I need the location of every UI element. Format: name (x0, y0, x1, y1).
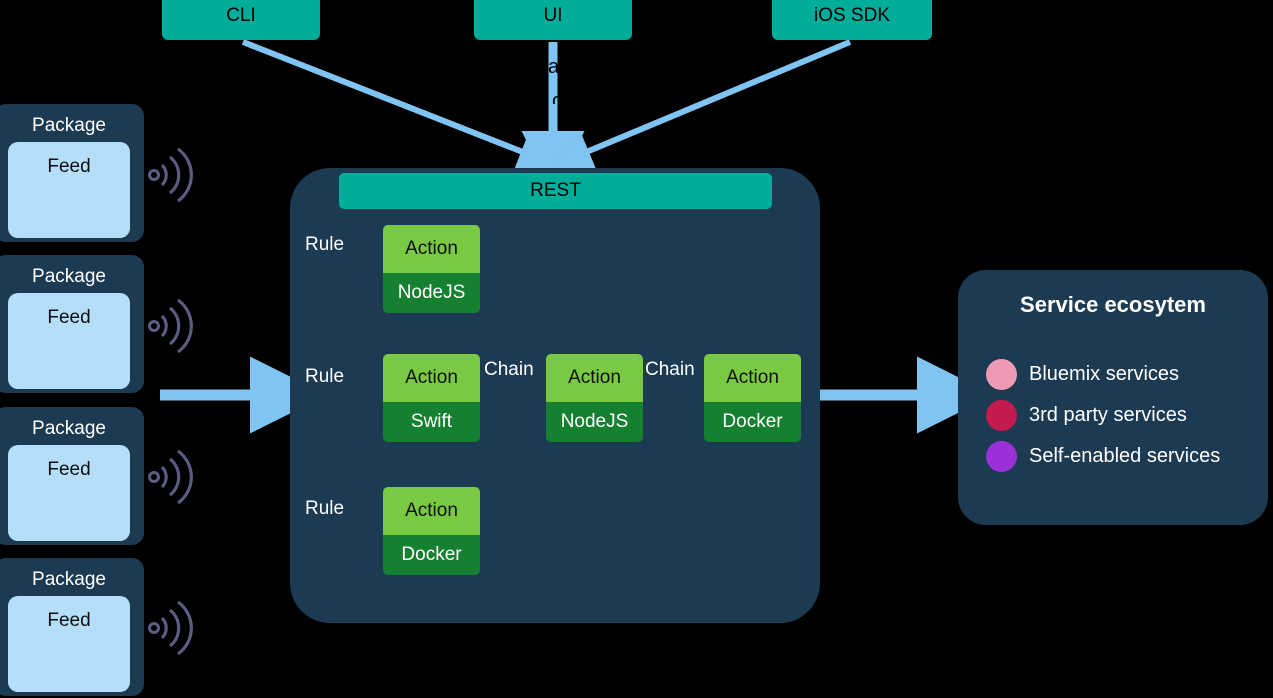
broadcast-icon-3 (148, 449, 193, 505)
action-title-row1-1: Action (383, 225, 480, 273)
arrow-cli-to-rest (241, 39, 561, 171)
package-card-3[interactable]: Package Feed (0, 407, 144, 545)
entry-point-ios-sdk-label: iOS SDK (813, 5, 891, 26)
broadcast-icon-2 (148, 298, 193, 354)
action-title-row2-3: Action (704, 354, 801, 402)
package-title-2: Package (32, 266, 106, 287)
action-runtime-row2-1: Swift (383, 402, 480, 442)
rule-label-row2: Rule (305, 366, 345, 387)
service-ecosystem-title: Service ecosytem (1020, 292, 1206, 317)
service-ecosystem-item-bluemix[interactable]: Bluemix services (986, 354, 1268, 395)
action-card-row1-nodejs[interactable]: Action NodeJS (383, 225, 480, 313)
action-runtime-row3-1: Docker (383, 535, 480, 575)
service-ecosystem-item-self-enabled[interactable]: Self-enabled services (986, 436, 1268, 477)
action-runtime-row2-2: NodeJS (546, 402, 643, 442)
third-party-services-dot-icon (986, 400, 1017, 431)
rest-api-bar[interactable]: REST (339, 173, 772, 209)
entry-point-ui-label: UI (543, 5, 563, 26)
diagram-canvas: CLI UI iOS SDK a c REST Rule Action Node… (0, 0, 1273, 698)
rest-api-label: REST (530, 180, 581, 201)
action-card-row2-swift[interactable]: Action Swift (383, 354, 480, 442)
package-card-1[interactable]: Package Feed (0, 104, 144, 242)
package-card-4[interactable]: Package Feed (0, 558, 144, 696)
entry-point-ui[interactable]: UI (474, 0, 632, 40)
entry-point-cli[interactable]: CLI (162, 0, 320, 40)
ui-arrow-glyph-lower: c (552, 90, 560, 104)
action-runtime-row1-1: NodeJS (383, 273, 480, 313)
feed-box-4[interactable]: Feed (8, 596, 130, 692)
chain-label-row2-2: Chain (645, 359, 695, 380)
self-enabled-services-dot-icon (986, 441, 1017, 472)
bluemix-services-dot-icon (986, 359, 1017, 390)
ui-arrow-glyph-upper: a (548, 56, 559, 74)
entry-point-cli-label: CLI (226, 5, 256, 26)
package-title-4: Package (32, 569, 106, 590)
action-title-row2-1: Action (383, 354, 480, 402)
feed-box-1[interactable]: Feed (8, 142, 130, 238)
bluemix-services-label: Bluemix services (1029, 363, 1180, 385)
broadcast-icon-1 (148, 147, 193, 203)
service-ecosystem-item-3rd-party[interactable]: 3rd party services (986, 395, 1268, 436)
chain-label-row2-1: Chain (484, 359, 534, 380)
rule-label-row3: Rule (305, 498, 345, 519)
third-party-services-label: 3rd party services (1029, 404, 1187, 426)
feed-box-2[interactable]: Feed (8, 293, 130, 389)
feed-box-3[interactable]: Feed (8, 445, 130, 541)
action-card-row3-docker[interactable]: Action Docker (383, 487, 480, 575)
rule-label-row1: Rule (305, 234, 345, 255)
action-title-row3-1: Action (383, 487, 480, 535)
action-card-row2-nodejs[interactable]: Action NodeJS (546, 354, 643, 442)
action-card-row2-docker[interactable]: Action Docker (704, 354, 801, 442)
broadcast-icon-4 (148, 600, 193, 656)
service-ecosystem-list: Bluemix services 3rd party services Self… (958, 354, 1268, 477)
package-title-3: Package (32, 418, 106, 439)
action-runtime-row2-3: Docker (704, 402, 801, 442)
service-ecosystem-panel: Service ecosytem Bluemix services 3rd pa… (958, 270, 1268, 525)
arrow-ios-sdk-to-rest (549, 39, 852, 171)
package-card-2[interactable]: Package Feed (0, 255, 144, 393)
self-enabled-services-label: Self-enabled services (1029, 445, 1221, 467)
action-title-row2-2: Action (546, 354, 643, 402)
package-title-1: Package (32, 115, 106, 136)
entry-point-ios-sdk[interactable]: iOS SDK (772, 0, 932, 40)
